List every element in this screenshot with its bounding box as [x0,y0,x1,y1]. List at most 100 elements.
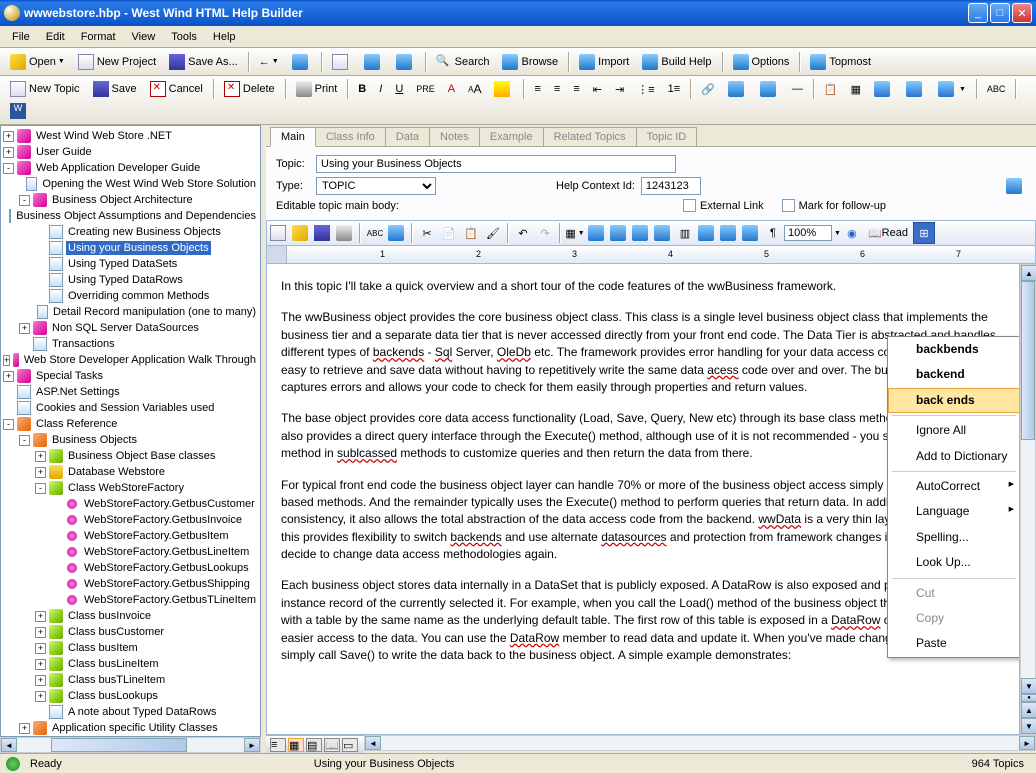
expand-toggle[interactable]: + [3,355,10,366]
save-as-button[interactable]: Save As... [163,51,244,73]
list-numbers-button[interactable]: 1≡ [662,80,687,98]
tree-label[interactable]: Business Object Assumptions and Dependen… [14,209,258,223]
tree-node[interactable]: +Application specific Utility Classes [3,720,258,736]
hr-button[interactable]: — [786,80,809,98]
expand-toggle[interactable]: - [19,435,30,446]
tab-notes[interactable]: Notes [429,127,480,146]
expand-toggle[interactable]: + [35,611,46,622]
misc1-button[interactable] [868,78,899,100]
etb-redo[interactable]: ↷ [534,222,556,244]
tree-node[interactable]: +Special Tasks [3,368,258,384]
type-select[interactable]: TOPIC [316,177,436,195]
tree-node[interactable]: WebStoreFactory.GetbusShipping [3,576,258,592]
tree-label[interactable]: Business Object Base classes [66,449,217,463]
tree-node[interactable]: WebStoreFactory.GetbusLookups [3,560,258,576]
align-right-button[interactable]: ≡ [567,80,585,98]
align-left-button[interactable]: ≡ [528,80,546,98]
tree-node[interactable]: Using your Business Objects [3,240,258,256]
tree-node[interactable]: -Business Object Architecture [3,192,258,208]
tree-node[interactable]: +Class busInvoice [3,608,258,624]
tree-label[interactable]: Class busTLineItem [66,673,167,687]
tree-label[interactable]: West Wind Web Store .NET [34,129,174,143]
minimize-button[interactable]: _ [968,3,988,23]
tree-label[interactable]: WebStoreFactory.GetbusInvoice [82,513,244,527]
ruler[interactable]: 12345678 [266,246,1036,264]
expand-toggle[interactable]: + [35,627,46,638]
add-to-dictionary[interactable]: Add to Dictionary [888,444,1020,469]
tree-node[interactable]: +User Guide [3,144,258,160]
tree-node[interactable]: + West Wind Web Store .NET [3,128,258,144]
link-button[interactable]: 🔗 [695,80,721,99]
tree-label[interactable]: WebStoreFactory.GetbusShipping [82,577,252,591]
tree-label[interactable]: Class busItem [66,641,140,655]
etb-misc2[interactable] [608,222,630,244]
tree-node[interactable]: WebStoreFactory.GetbusCustomer [3,496,258,512]
font-color-button[interactable]: A [442,80,461,98]
new-topic-button[interactable]: New Topic [4,78,86,100]
tree-label[interactable]: Web Store Developer Application Walk Thr… [22,353,258,367]
tree-node[interactable]: WebStoreFactory.GetbusTLineItem [3,592,258,608]
expand-toggle[interactable]: + [3,131,14,142]
editor-scroll-vertical[interactable]: ▲ ▼ ● ▲ ▼ [1020,264,1036,735]
tree-node[interactable]: WebStoreFactory.GetbusInvoice [3,512,258,528]
indent-button[interactable]: ⇥ [609,80,630,99]
etb-misc3[interactable] [630,222,652,244]
etb-misc6[interactable] [718,222,740,244]
tree-node[interactable]: Business Object Assumptions and Dependen… [3,208,258,224]
outdent-button[interactable]: ⇤ [587,80,608,99]
tree-node[interactable]: ASP.Net Settings [3,384,258,400]
zoom-input[interactable] [784,225,832,241]
tree-label[interactable]: Using your Business Objects [66,241,211,255]
expand-toggle[interactable]: - [35,483,46,494]
highlight-button[interactable] [488,78,519,100]
expand-toggle[interactable]: + [3,371,14,382]
tree-label[interactable]: Using Typed DataRows [66,273,185,287]
tree-label[interactable]: WebStoreFactory.GetbusLineItem [82,545,251,559]
print-button[interactable]: Print [290,78,344,100]
tree-node[interactable]: Cookies and Session Variables used [3,400,258,416]
menu-file[interactable]: File [4,29,38,45]
etb-mapdoc[interactable] [740,222,762,244]
misc3-button[interactable]: ▼ [932,78,972,100]
suggestion-back-ends[interactable]: back ends [888,388,1020,413]
expand-toggle[interactable]: + [35,643,46,654]
tree-node[interactable]: +Business Object Base classes [3,448,258,464]
tree-label[interactable]: Overriding common Methods [66,289,211,303]
topic-button[interactable] [326,51,357,73]
tree-label[interactable]: User Guide [34,145,94,159]
view-reading[interactable]: ▭ [342,738,358,752]
editor-body[interactable]: In this topic I'll take a quick overview… [266,264,1020,735]
menu-help[interactable]: Help [205,29,244,45]
mark-followup-checkbox[interactable]: Mark for follow-up [782,199,886,212]
expand-icon[interactable] [1006,178,1022,194]
tree-label[interactable]: WebStoreFactory.GetbusTLineItem [82,593,258,607]
browse-button[interactable]: Browse [496,51,564,73]
tree-node[interactable]: -Class WebStoreFactory [3,480,258,496]
image-button[interactable] [754,78,785,100]
language-menu[interactable]: Language [888,499,1020,524]
tree-scroll-horizontal[interactable]: ◄ ► [0,737,261,753]
close-button[interactable]: ✕ [1012,3,1032,23]
autocorrect-menu[interactable]: AutoCorrect [888,474,1020,499]
tree-node[interactable]: Detail Record manipulation (one to many) [3,304,258,320]
tree-node[interactable]: -Class Reference [3,416,258,432]
tree-node[interactable]: +Non SQL Server DataSources [3,320,258,336]
tree-node[interactable]: + Class busItem [3,640,258,656]
etb-misc5[interactable] [696,222,718,244]
etb-misc4[interactable] [652,222,674,244]
web-button[interactable] [390,51,421,73]
etb-new[interactable] [268,222,290,244]
tab-class-info[interactable]: Class Info [315,127,386,146]
tree-view[interactable]: +West Wind Web Store .NET+User Guide-Web… [0,125,261,737]
lookup[interactable]: Look Up... [888,550,1020,575]
tree-node[interactable]: +Class busCustomer [3,624,258,640]
view-web[interactable]: ▦ [288,738,304,752]
tree-label[interactable]: Database Webstore [66,465,167,479]
new-project-button[interactable]: New Project [72,51,162,73]
etb-cut[interactable]: ✂ [416,222,438,244]
tree-node[interactable]: Using Typed DataSets [3,256,258,272]
tree-label[interactable]: Class Reference [34,417,119,431]
bold-button[interactable]: B [352,80,372,98]
tree-node[interactable]: WebStoreFactory.GetbusLineItem [3,544,258,560]
tree-node[interactable]: +Class busLineItem [3,656,258,672]
